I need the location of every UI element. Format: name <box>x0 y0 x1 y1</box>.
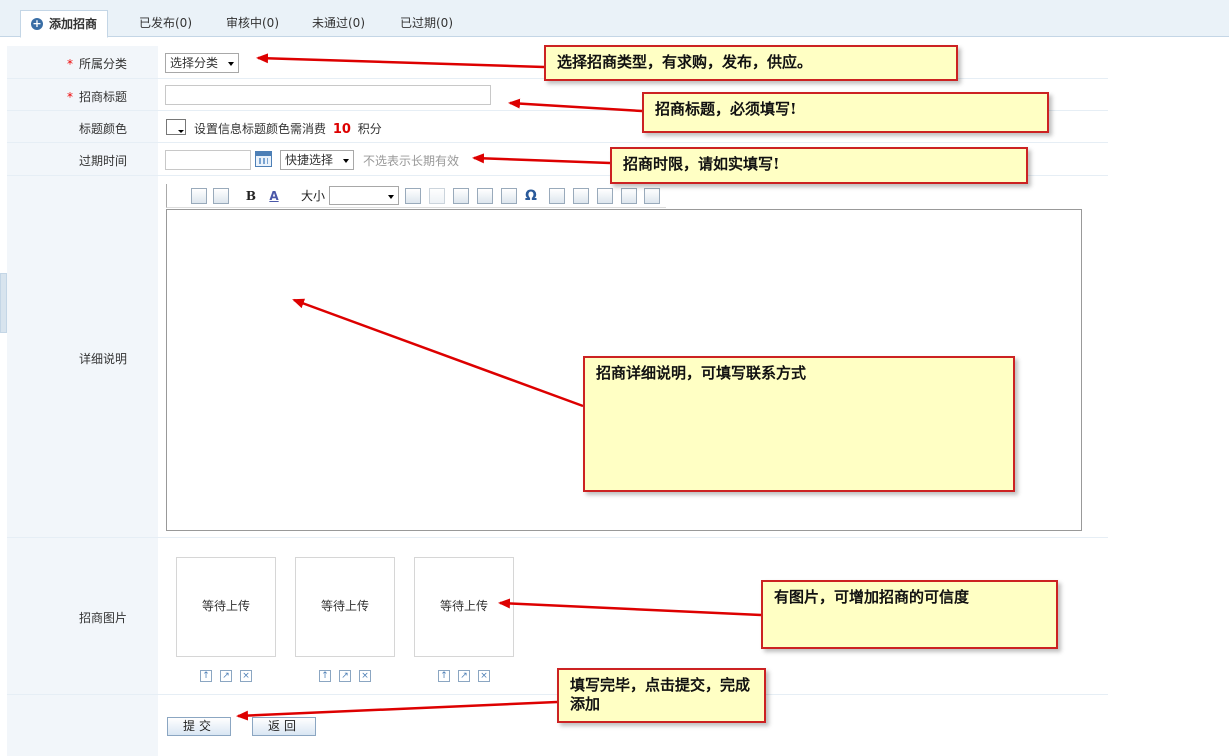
callout-detail: 招商详细说明，可填写联系方式 <box>583 356 1015 492</box>
callout-images: 有图片，可增加招商的可信度 <box>761 580 1058 649</box>
arrow <box>236 700 558 721</box>
callout-submit: 填写完毕，点击提交，完成添加 <box>557 668 766 723</box>
callout-title: 招商标题，必须填写! <box>642 92 1049 133</box>
arrow <box>508 98 643 113</box>
arrow <box>292 298 584 408</box>
arrow <box>498 598 762 617</box>
callout-expire: 招商时限，请如实填写! <box>610 147 1028 184</box>
arrow <box>472 153 611 165</box>
callout-category: 选择招商类型，有求购，发布，供应。 <box>544 45 958 81</box>
arrow <box>256 53 545 69</box>
